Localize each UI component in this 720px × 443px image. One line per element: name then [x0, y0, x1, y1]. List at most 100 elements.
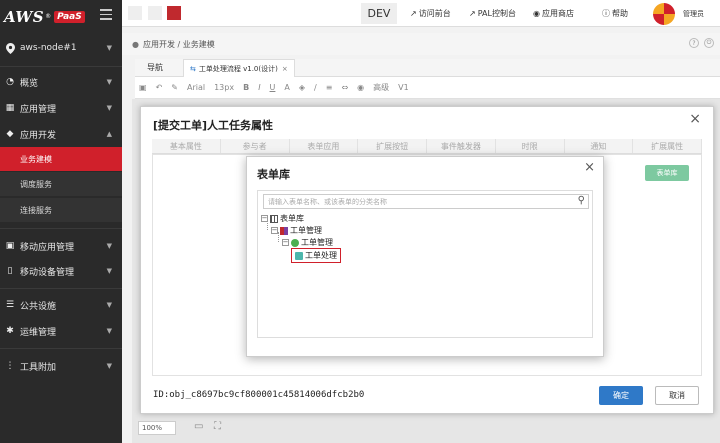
collapse-icon[interactable]: − [271, 227, 278, 234]
chevron-up-icon: ▲ [106, 130, 112, 138]
brand-logo[interactable]: AWS ® PaaS [0, 0, 122, 33]
env-badge: DEV [361, 3, 397, 24]
sidebar-item-public-facilities[interactable]: ☰ 公共设施 ▼ [0, 297, 122, 313]
power-icon[interactable]: ⏻ [704, 38, 714, 48]
line-style-icon[interactable]: ≡ [326, 83, 333, 92]
mode-select[interactable]: 高级 [373, 82, 389, 93]
collapse-icon[interactable]: − [282, 239, 289, 246]
phone-icon: ▯ [7, 266, 13, 276]
sidebar-item-label: 概览 [20, 78, 39, 89]
cube-icon: ◆ [6, 129, 14, 139]
tab-ext-buttons[interactable]: 扩展按钮 [358, 139, 427, 153]
close-icon[interactable]: × [584, 160, 595, 175]
tree-node-category[interactable]: − 工单管理 [271, 225, 322, 236]
tab-notify[interactable]: 通知 [565, 139, 634, 153]
collapse-icon[interactable]: − [261, 215, 268, 222]
brand-tag: PaaS [54, 10, 85, 23]
sub-item-label: 连接服务 [20, 205, 52, 215]
dashboard-icon: ◔ [6, 77, 14, 87]
tab-basic[interactable]: 基本属性 [152, 139, 221, 153]
zoom-select[interactable]: 100% [138, 421, 176, 435]
tab-participants[interactable]: 参与者 [221, 139, 290, 153]
tab-placeholder-active[interactable] [167, 6, 181, 20]
dialog-title: [提交工单]人工任务属性 [153, 119, 274, 132]
top-bar: DEV ↗ 访问前台 ↗ PAL控制台 ◉ 应用商店 ⓘ 帮助 管理员 [122, 0, 720, 27]
fit-screen-icon[interactable]: ⛶ [214, 421, 221, 432]
line-color-icon[interactable]: ∕ [314, 83, 317, 92]
chevron-down-icon: ▼ [106, 327, 112, 335]
view-icon[interactable]: ◉ [357, 83, 364, 92]
divider [0, 228, 122, 229]
breadcrumb-actions: ? ⏻ [689, 38, 714, 48]
fill-color-icon[interactable]: ◈ [299, 83, 305, 92]
sidebar-item-tools[interactable]: ⋮ 工具附加 ▼ [0, 358, 122, 374]
chevron-down-icon: ▼ [106, 362, 112, 370]
divider [0, 288, 122, 289]
tree-node-subcategory[interactable]: − 工单管理 [282, 237, 333, 248]
sidebar-sub-item-scheduling[interactable]: 调度服务 [0, 172, 122, 196]
user-name[interactable]: 管理员 [683, 9, 704, 19]
search-icon[interactable]: ⚲ [578, 195, 585, 206]
bold-icon[interactable]: B [243, 83, 249, 92]
help-icon[interactable]: ? [689, 38, 699, 48]
sidebar-item-operations[interactable]: ✱ 运维管理 ▼ [0, 323, 122, 339]
tab-event-triggers[interactable]: 事件触发器 [427, 139, 496, 153]
sidebar-item-app-management[interactable]: ▦ 应用管理 ▼ [0, 100, 122, 116]
gear-icon: ✱ [6, 326, 14, 336]
sidebar-item-label: 移动应用管理 [20, 242, 75, 253]
tab-navigation[interactable]: 导航 [147, 62, 163, 73]
app-store-link[interactable]: ◉ 应用商店 [533, 8, 574, 19]
more-icon: ⋮ [5, 361, 15, 371]
list-icon: ☰ [5, 300, 15, 310]
sidebar-sub-item-connection[interactable]: 连接服务 [0, 198, 122, 222]
tab-time-limit[interactable]: 时限 [496, 139, 565, 153]
search-input[interactable]: 请输入表单名称、或该表单的分类名称 ⚲ [263, 194, 589, 209]
link-label: 帮助 [612, 9, 628, 18]
italic-icon[interactable]: I [258, 83, 260, 92]
format-painter-icon[interactable]: ✎ [171, 83, 178, 92]
sidebar-item-overview[interactable]: ◔ 概览 ▼ [0, 74, 122, 90]
avatar[interactable] [653, 3, 675, 25]
close-icon[interactable]: × [689, 111, 701, 127]
sidebar-sub-item-business-modeling[interactable]: 业务建模 [0, 147, 122, 171]
align-icon[interactable]: ⇔ [341, 83, 348, 92]
font-color-icon[interactable]: A [284, 83, 289, 92]
sidebar-item-app-development[interactable]: ◆ 应用开发 ▲ [0, 126, 122, 142]
font-family-select[interactable]: Arial [187, 83, 205, 92]
sub-item-label: 业务建模 [20, 154, 52, 164]
chevron-down-icon: ▼ [106, 44, 112, 52]
save-icon[interactable]: ▣ [139, 83, 147, 92]
sidebar-item-label: 应用开发 [20, 130, 57, 141]
store-icon: ◉ [533, 9, 540, 18]
form-library-button[interactable]: 表单库 [645, 165, 689, 181]
underline-icon[interactable]: U [270, 83, 276, 92]
close-icon[interactable]: × [282, 65, 288, 73]
tab-form-app[interactable]: 表单应用 [290, 139, 359, 153]
help-link[interactable]: ⓘ 帮助 [602, 8, 628, 19]
node-selector[interactable]: aws-node#1 ▼ [0, 38, 122, 58]
tree-node-form-selected[interactable]: 工单处理 [291, 248, 341, 263]
sidebar-item-label: 运维管理 [20, 327, 57, 338]
sidebar-item-label: 工具附加 [20, 362, 57, 373]
cancel-button[interactable]: 取消 [655, 386, 699, 405]
tab-ext-props[interactable]: 扩展属性 [633, 139, 702, 153]
chevron-down-icon: ▼ [106, 301, 112, 309]
monitor-icon[interactable]: ▭ [194, 421, 203, 432]
tab-process-design[interactable]: ⇆ 工单处理流程 v1.0(设计) × [183, 59, 295, 77]
undo-icon[interactable]: ↶ [156, 83, 163, 92]
sidebar-item-mobile-apps[interactable]: ▣ 移动应用管理 ▼ [0, 238, 122, 254]
visit-front-link[interactable]: ↗ 访问前台 [410, 8, 451, 19]
tab-placeholder[interactable] [148, 6, 162, 20]
tab-placeholder[interactable] [128, 6, 142, 20]
help-icon: ⓘ [602, 9, 610, 18]
arrow-out-icon: ↗ [469, 9, 476, 18]
breadcrumb-path[interactable]: 应用开发 / 业务建模 [143, 39, 215, 50]
pal-console-link[interactable]: ↗ PAL控制台 [469, 8, 516, 19]
form-tree-panel: 请输入表单名称、或该表单的分类名称 ⚲ − 表单库 − 工单管理 − 工单管理 … [257, 190, 593, 338]
breadcrumb: ● 应用开发 / 业务建模 ? ⏻ [122, 33, 720, 55]
tree-node-root[interactable]: − 表单库 [261, 213, 304, 224]
confirm-button[interactable]: 确定 [599, 386, 643, 405]
menu-toggle-icon[interactable] [100, 9, 112, 21]
font-size-select[interactable]: 13px [214, 83, 234, 92]
sidebar-item-mobile-devices[interactable]: ▯ 移动设备管理 ▼ [0, 263, 122, 279]
